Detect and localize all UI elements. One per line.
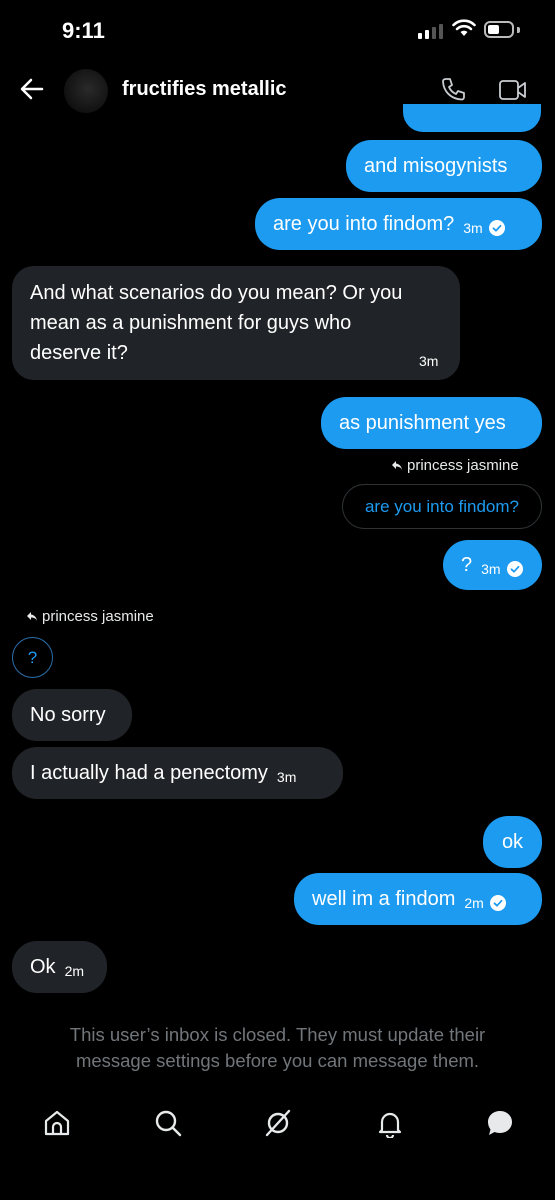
notice-line: message settings before you can message … <box>75 1050 480 1071</box>
message-time: 2m <box>64 963 85 979</box>
quoted-message[interactable]: are you into findom? <box>342 484 542 529</box>
message-text-line: deserve it? <box>30 342 128 364</box>
reply-to-name: princess jasmine <box>407 457 519 474</box>
signal-icon <box>418 24 443 39</box>
message-time: 3m <box>276 769 297 785</box>
video-icon[interactable] <box>498 78 528 102</box>
message-bubble-outgoing[interactable]: are you into findom? 3m <box>255 198 542 250</box>
read-check-icon <box>506 561 523 577</box>
phone-icon[interactable] <box>440 76 466 102</box>
inbox-closed-notice: This user’s inbox is closed. They must u… <box>0 1022 555 1074</box>
avatar[interactable] <box>64 69 108 113</box>
message-bubble-incoming[interactable]: And what scenarios do you mean? Or you m… <box>12 266 460 380</box>
chat-title[interactable]: fructifies metallic <box>122 78 287 101</box>
bell-icon[interactable] <box>375 1108 405 1138</box>
notice-line: This user’s inbox is closed. They must u… <box>69 1024 486 1045</box>
message-bubble-incoming[interactable]: Ok 2m <box>12 941 107 993</box>
quoted-text: are you into findom? <box>364 496 520 516</box>
battery-icon <box>484 21 514 38</box>
message-bubble-outgoing[interactable]: and misogynists <box>346 140 542 192</box>
message-text: ok <box>501 831 524 853</box>
message-text: ? <box>461 554 473 576</box>
message-time: 3m <box>481 561 501 577</box>
home-icon[interactable] <box>42 1108 72 1138</box>
grok-icon[interactable] <box>263 1108 293 1138</box>
chat-bubble-icon[interactable] <box>485 1108 515 1138</box>
wifi-icon <box>452 19 476 36</box>
message-text: are you into findom? <box>273 213 455 235</box>
message-text: and misogynists <box>364 155 508 177</box>
message-text-line: mean as a punishment for guys who <box>30 312 352 334</box>
message-bubble-incoming[interactable]: I actually had a penectomy 3m <box>12 747 343 799</box>
quoted-message[interactable]: ? <box>12 637 53 678</box>
reply-to-name: princess jasmine <box>42 608 154 625</box>
message-bubble-outgoing[interactable]: as punishment yes <box>321 397 542 449</box>
reply-label: princess jasmine <box>26 608 154 625</box>
message-bubble-outgoing[interactable]: ? 3m <box>443 540 542 590</box>
message-bubble-partial[interactable] <box>403 104 541 132</box>
message-bubble-incoming[interactable]: No sorry <box>12 689 132 741</box>
message-text: as punishment yes <box>339 412 506 434</box>
message-bubble-outgoing[interactable]: well im a findom 2m <box>294 873 542 925</box>
reply-icon <box>392 460 402 470</box>
message-text: Ok <box>30 956 56 978</box>
reply-label: princess jasmine <box>391 457 519 474</box>
message-text: I actually had a penectomy <box>30 762 268 784</box>
status-time: 9:11 <box>62 18 105 43</box>
reply-icon <box>27 611 37 621</box>
message-text-line: And what scenarios do you mean? Or you <box>30 282 403 304</box>
message-time: 3m <box>463 220 483 236</box>
quoted-text: ? <box>27 647 38 667</box>
message-bubble-outgoing[interactable]: ok <box>483 816 542 868</box>
arrow-left-icon[interactable] <box>18 75 46 103</box>
read-check-icon <box>488 220 505 236</box>
message-text: well im a findom <box>312 888 456 910</box>
read-check-icon <box>489 895 506 911</box>
message-time: 2m <box>464 895 484 911</box>
message-text: No sorry <box>30 704 106 726</box>
message-time: 3m <box>419 353 439 369</box>
search-icon[interactable] <box>153 1108 183 1138</box>
battery-cap <box>517 27 520 33</box>
